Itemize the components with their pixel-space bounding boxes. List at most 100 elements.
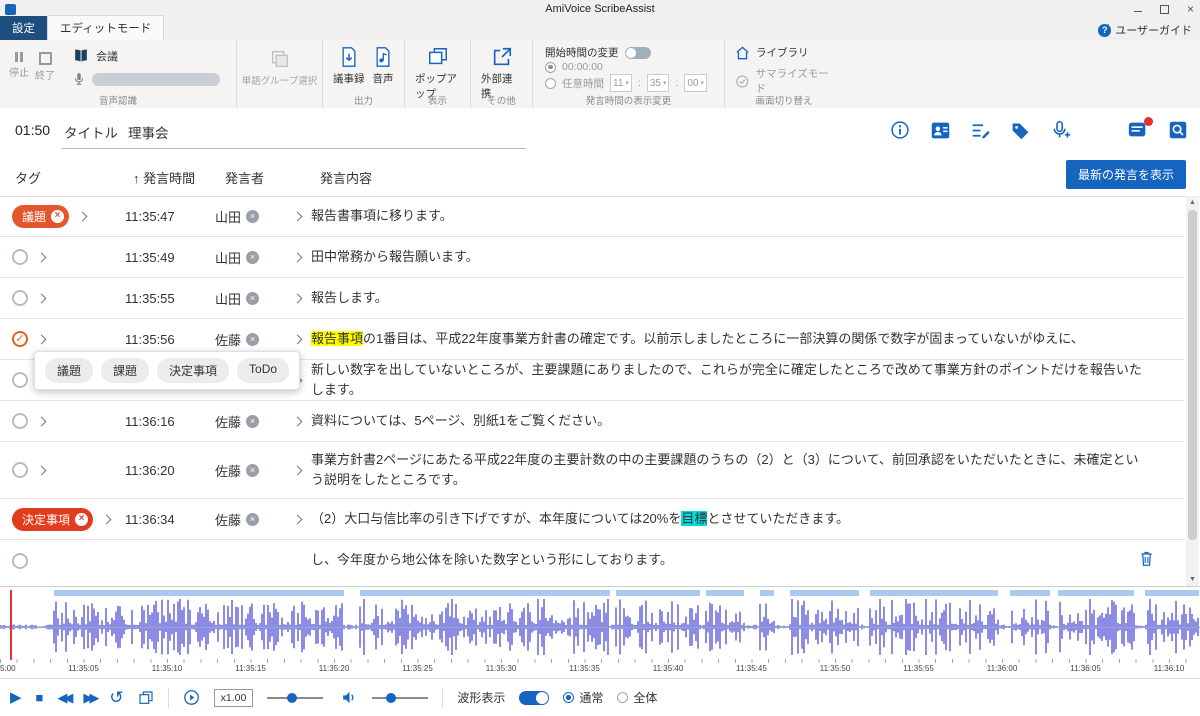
speaker-name[interactable]: 山田 [215, 207, 241, 226]
title-field[interactable]: タイトル 理事会 [62, 118, 526, 149]
speaker-name[interactable]: 山田 [215, 248, 241, 267]
tag-option[interactable]: ToDo [237, 358, 289, 383]
remove-tag-icon[interactable]: × [51, 210, 64, 223]
utterance-text[interactable]: 報告します。 [311, 288, 1184, 308]
mode-whole-radio[interactable]: 全体 [617, 689, 657, 706]
speaker-chevron-icon[interactable] [292, 293, 302, 303]
summarize-mode-button[interactable]: サマライズモード [735, 66, 837, 96]
waveform-panel[interactable]: 5:0011:35:0511:35:1011:35:1511:35:2011:3… [0, 586, 1200, 679]
remove-speaker-icon[interactable]: × [246, 513, 259, 526]
user-guide-link[interactable]: ? ユーザーガイド [1098, 22, 1192, 38]
rewind-button[interactable]: ◀◀ [57, 691, 69, 704]
hour-spinner[interactable]: 11▾ [610, 74, 632, 92]
table-row[interactable]: し、今年度から地公体を除いた数字という形にしております。 [0, 540, 1184, 581]
remove-speaker-icon[interactable]: × [246, 292, 259, 305]
column-time[interactable]: ↑ 発言時間 [133, 168, 195, 187]
mic-add-icon[interactable] [1048, 118, 1072, 142]
expand-chevron-icon[interactable] [37, 293, 47, 303]
minute-spinner[interactable]: 35▾ [647, 74, 670, 92]
replay-icon[interactable]: ↺ [109, 689, 123, 706]
utterance-text[interactable]: 田中常務から報告願います。 [311, 247, 1184, 267]
info-icon[interactable] [888, 118, 912, 142]
speaker-chevron-icon[interactable] [292, 334, 302, 344]
edit-list-icon[interactable] [968, 118, 992, 142]
tab-settings[interactable]: 設定 [0, 16, 47, 40]
tag-option[interactable]: 決定事項 [157, 358, 229, 383]
speaker-chevron-icon[interactable] [292, 252, 302, 262]
speed-slider[interactable] [267, 697, 323, 699]
playhead-cursor[interactable] [10, 590, 12, 660]
sort-asc-icon[interactable]: ↑ [133, 171, 140, 186]
select-circle[interactable] [12, 553, 28, 569]
stop-button-player[interactable]: ■ [36, 691, 44, 704]
speed-value[interactable]: x1.00 [214, 689, 254, 707]
text-search-icon[interactable] [1166, 118, 1190, 142]
expand-chevron-icon[interactable] [37, 334, 47, 344]
tab-edit-mode[interactable]: エディットモード [47, 15, 164, 40]
tag-badge-decision[interactable]: 決定事項 × [12, 508, 93, 531]
library-button[interactable]: ライブラリ [735, 45, 837, 60]
waveform-toggle[interactable] [519, 691, 549, 705]
select-circle[interactable] [12, 372, 28, 388]
start-time-change-toggle[interactable] [625, 47, 651, 59]
delete-row-icon[interactable] [1139, 550, 1154, 572]
speaker-name[interactable]: 佐藤 [215, 412, 241, 431]
scroll-up-icon[interactable]: ▲ [1186, 196, 1199, 209]
scrollbar-thumb[interactable] [1188, 210, 1197, 540]
column-content[interactable]: 発言内容 [320, 168, 372, 187]
end-button[interactable]: 終了 [32, 44, 58, 82]
select-circle[interactable] [12, 290, 28, 306]
speaker-chevron-icon[interactable] [292, 465, 302, 475]
volume-slider[interactable] [372, 697, 428, 699]
table-row[interactable]: 議題 × 11:35:47 山田× 報告書事項に移ります。 [0, 196, 1184, 237]
close-icon[interactable]: × [1187, 3, 1194, 15]
expand-chevron-icon[interactable] [102, 514, 112, 524]
expand-chevron-icon[interactable] [37, 252, 47, 262]
remove-speaker-icon[interactable]: × [246, 333, 259, 346]
minutes-output-button[interactable]: 議事録 [329, 44, 369, 88]
table-row[interactable]: 11:36:16 佐藤× 資料については、5ページ、別紙1をご覧ください。 [0, 401, 1184, 442]
expand-chevron-icon[interactable] [37, 465, 47, 475]
remove-speaker-icon[interactable]: × [246, 464, 259, 477]
table-row[interactable]: 決定事項 × 11:36:34 佐藤× （2）大口与信比率の引き下げですが、本年… [0, 499, 1184, 540]
minimize-icon[interactable] [1134, 6, 1142, 12]
tag-option[interactable]: 課題 [101, 358, 149, 383]
utterance-text[interactable]: し、今年度から地公体を除いた数字という形にしております。 [311, 550, 1184, 570]
table-row[interactable]: 11:36:20 佐藤× 事業方針書2ページにあたる平成22年度の主要計数の中の… [0, 442, 1184, 499]
word-group-select-button[interactable]: 単語グループ選択 [243, 44, 316, 89]
fast-forward-button[interactable]: ▶▶ [83, 691, 95, 704]
expand-chevron-icon[interactable] [37, 416, 47, 426]
volume-icon[interactable] [341, 690, 358, 705]
maximize-icon[interactable] [1160, 5, 1169, 14]
table-row[interactable]: 11:35:49 山田× 田中常務から報告願います。 [0, 237, 1184, 278]
play-button[interactable]: ▶ [10, 690, 22, 705]
selected-check-icon[interactable]: ✓ [12, 331, 28, 347]
scroll-down-icon[interactable]: ▼ [1186, 573, 1199, 586]
speaker-name[interactable]: 山田 [215, 289, 241, 308]
speaker-settings-icon[interactable] [928, 118, 952, 142]
second-spinner[interactable]: 00▾ [684, 74, 707, 92]
utterance-text[interactable]: 資料については、5ページ、別紙1をご覧ください。 [311, 411, 1184, 431]
repeat-section-icon[interactable] [138, 690, 154, 706]
custom-time-radio[interactable] [545, 78, 556, 89]
remove-speaker-icon[interactable]: × [246, 251, 259, 264]
remove-speaker-icon[interactable]: × [246, 210, 259, 223]
speaker-name[interactable]: 佐藤 [215, 461, 241, 480]
title-value[interactable]: 理事会 [128, 122, 169, 142]
stop-button[interactable]: 停止 [6, 44, 32, 79]
column-tag[interactable]: タグ [15, 168, 41, 187]
remove-speaker-icon[interactable]: × [246, 415, 259, 428]
speaker-name[interactable]: 佐藤 [215, 330, 241, 349]
select-circle[interactable] [12, 462, 28, 478]
utterance-text[interactable]: （2）大口与信比率の引き下げですが、本年度については20%を目標とさせていただき… [311, 509, 1184, 529]
utterance-text[interactable]: 報告事項の1番目は、平成22年度事業方針書の確定です。以前示しましたところに一部… [311, 329, 1184, 349]
utterance-text[interactable]: 事業方針書2ページにあたる平成22年度の主要計数の中の主要課題のうちの（2）と（… [311, 450, 1184, 490]
select-circle[interactable] [12, 249, 28, 265]
tag-icon[interactable] [1008, 118, 1032, 142]
utterance-text[interactable]: 新しい数字を出していないところが、主要課題にありましたので、これらが完全に確定し… [311, 360, 1184, 400]
table-row[interactable]: 11:35:55 山田× 報告します。 [0, 278, 1184, 319]
remove-tag-icon[interactable]: × [75, 513, 88, 526]
select-circle[interactable] [12, 413, 28, 429]
speaker-chevron-icon[interactable] [292, 416, 302, 426]
zero-time-radio[interactable] [545, 62, 556, 73]
